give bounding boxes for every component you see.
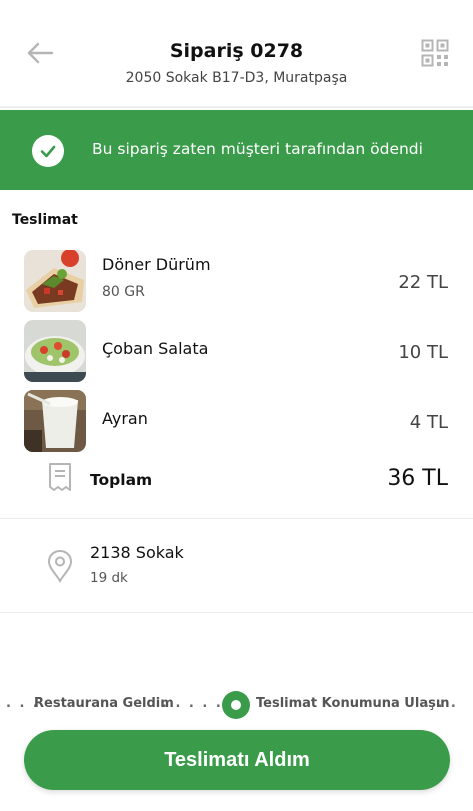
paid-banner-text: Bu sipariş zaten müşteri tarafından öden… xyxy=(92,140,423,158)
qr-code-button[interactable] xyxy=(420,38,450,68)
check-circle-icon xyxy=(32,135,64,167)
track-step-reach-location: Teslimat Konumuna Ulaşın xyxy=(256,696,450,711)
delivery-street: 2138 Sokak xyxy=(90,543,184,562)
divider xyxy=(0,612,473,613)
order-total-row: Toplam 36 TL xyxy=(0,462,473,502)
total-label: Toplam xyxy=(90,471,153,489)
order-item: Ayran 4 TL xyxy=(0,390,473,452)
food-image-salad xyxy=(24,320,86,382)
item-name: Çoban Salata xyxy=(102,339,209,358)
food-image-ayran xyxy=(24,390,86,452)
delivery-received-button[interactable]: Teslimatı Aldım xyxy=(24,730,450,790)
divider xyxy=(0,518,473,519)
track-step-arrived-restaurant: Restaurana Geldim xyxy=(34,696,174,711)
item-name: Ayran xyxy=(102,409,148,428)
app-header: Sipariş 0278 2050 Sokak B17-D3, Muratpaş… xyxy=(0,0,473,106)
qr-code-icon xyxy=(421,39,449,67)
order-item: Döner Dürüm 80 GR 22 TL xyxy=(0,250,473,312)
total-amount: 36 TL xyxy=(387,466,448,491)
item-detail: 80 GR xyxy=(102,284,145,300)
delivery-eta: 19 dk xyxy=(90,570,128,586)
order-address-subtitle: 2050 Sokak B17-D3, Muratpaşa xyxy=(125,70,348,86)
item-name: Döner Dürüm xyxy=(102,255,211,274)
food-image-doner xyxy=(24,250,86,312)
page-title: Sipariş 0278 xyxy=(169,40,304,62)
item-price: 4 TL xyxy=(409,412,448,433)
item-price: 10 TL xyxy=(398,342,448,363)
header-divider xyxy=(0,106,473,108)
section-title: Teslimat xyxy=(12,212,78,228)
location-pin-icon xyxy=(47,549,73,584)
receipt-icon xyxy=(49,463,71,491)
delivery-address-row[interactable]: 2138 Sokak 19 dk xyxy=(0,540,473,595)
order-item: Çoban Salata 10 TL xyxy=(0,320,473,382)
track-handle-icon[interactable] xyxy=(221,690,251,720)
item-price: 22 TL xyxy=(398,272,448,293)
paid-banner: Bu sipariş zaten müşteri tarafından öden… xyxy=(0,110,473,190)
delivery-progress-track[interactable]: . . . Restaurana Geldim . . . . . . Tesl… xyxy=(0,690,473,720)
track-dots: . . . xyxy=(424,696,458,711)
